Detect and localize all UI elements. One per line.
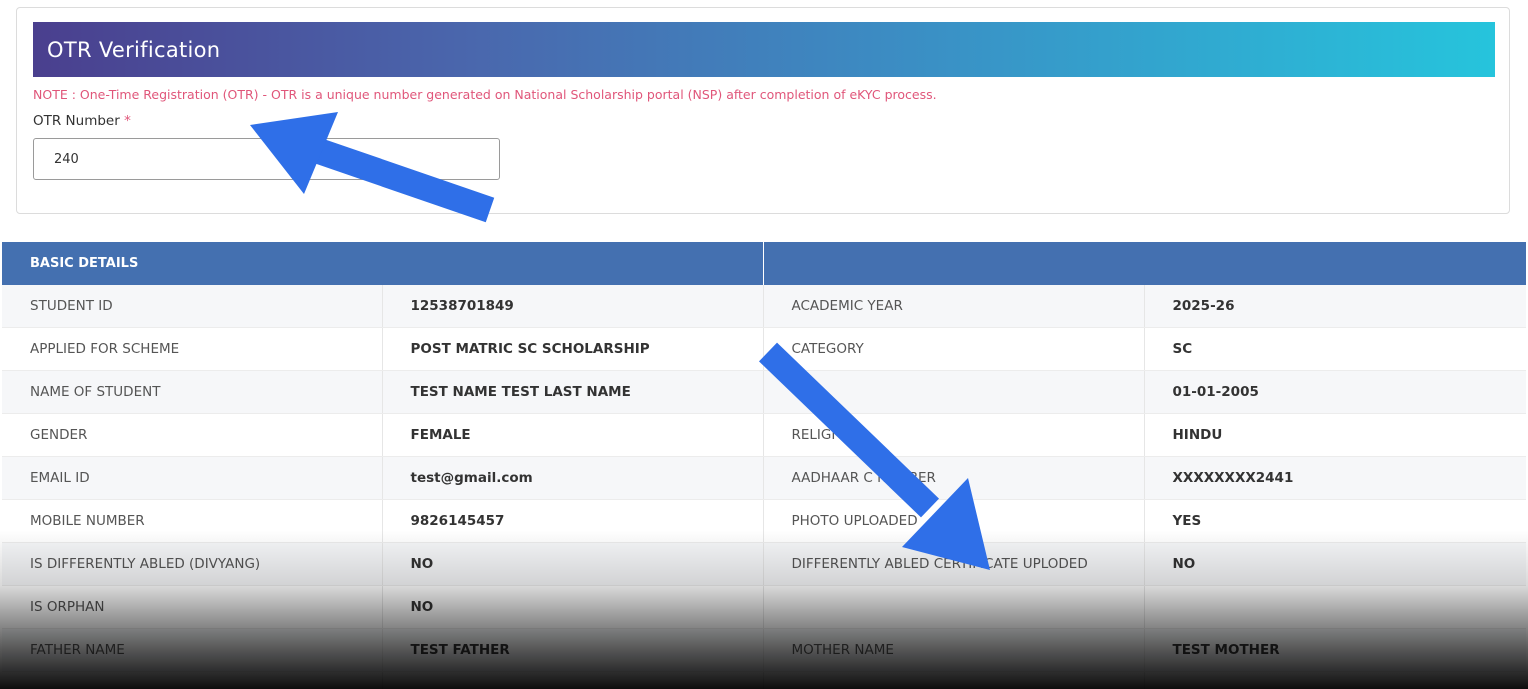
otr-number-label: OTR Number *: [33, 113, 131, 129]
field-label: IS ORPHAN: [2, 585, 383, 629]
field-value: [1144, 585, 1526, 629]
table-row: GENDER FEMALE RELIGI HINDU: [2, 413, 1526, 457]
field-value: NO: [382, 542, 764, 586]
field-value: YES: [1144, 499, 1526, 543]
basic-details-header-row: BASIC DETAILS: [2, 242, 1526, 285]
table-row: FATHER NAME TEST FATHER MOTHER NAME TEST…: [2, 628, 1526, 672]
field-label: FATHER NAME: [2, 628, 383, 672]
field-value: NO: [1144, 542, 1526, 586]
table-row: EMAIL ID test@gmail.com AADHAAR C NUMBER…: [2, 456, 1526, 500]
field-value: TEST NAME TEST LAST NAME: [382, 370, 764, 414]
otr-verification-card: OTR Verification NOTE : One-Time Registr…: [16, 7, 1510, 214]
field-label: AADHAAR C NUMBER: [763, 456, 1145, 500]
table-row: STUDENT ID 12538701849 ACADEMIC YEAR 202…: [2, 285, 1526, 328]
otr-number-label-text: OTR Number: [33, 113, 120, 129]
field-value: TEST MOTHER: [1144, 628, 1526, 672]
field-value: HINDU: [1144, 413, 1526, 457]
table-row: IS ORPHAN NO: [2, 585, 1526, 629]
field-value: POST MATRIC SC SCHOLARSHIP: [382, 327, 764, 371]
field-value: 12538701849: [382, 285, 764, 328]
table-row: [2, 671, 1526, 689]
field-label: IS DIFFERENTLY ABLED (DIVYANG): [2, 542, 383, 586]
table-row: MOBILE NUMBER 9826145457 PHOTO UPLOADED …: [2, 499, 1526, 543]
field-value: 9826145457: [382, 499, 764, 543]
field-label: CATEGORY: [763, 327, 1145, 371]
field-label: MOTHER NAME: [763, 628, 1145, 672]
otr-title: OTR Verification: [47, 37, 221, 62]
otr-header-bar: OTR Verification: [33, 22, 1495, 77]
field-value: 01-01-2005: [1144, 370, 1526, 414]
field-label: PHOTO UPLOADED: [763, 499, 1145, 543]
field-value: XXXXXXXX2441: [1144, 456, 1526, 500]
basic-details-header-right: [763, 242, 1526, 285]
field-value: [382, 671, 764, 689]
field-label: NAME OF STUDENT: [2, 370, 383, 414]
field-label: [2, 671, 383, 689]
basic-details-header: BASIC DETAILS: [2, 242, 764, 285]
otr-note: NOTE : One-Time Registration (OTR) - OTR…: [33, 87, 937, 102]
field-label: [763, 370, 1145, 414]
otr-number-input[interactable]: [33, 138, 500, 180]
table-row: NAME OF STUDENT TEST NAME TEST LAST NAME…: [2, 370, 1526, 414]
field-label: [763, 585, 1145, 629]
field-value: test@gmail.com: [382, 456, 764, 500]
table-row: APPLIED FOR SCHEME POST MATRIC SC SCHOLA…: [2, 327, 1526, 371]
field-label: APPLIED FOR SCHEME: [2, 327, 383, 371]
page: OTR Verification NOTE : One-Time Registr…: [0, 0, 1528, 689]
field-label: MOBILE NUMBER: [2, 499, 383, 543]
field-label: [763, 671, 1145, 689]
field-value: NO: [382, 585, 764, 629]
field-value: FEMALE: [382, 413, 764, 457]
field-label: EMAIL ID: [2, 456, 383, 500]
required-mark: *: [124, 113, 131, 129]
field-label: ACADEMIC YEAR: [763, 285, 1145, 328]
field-label: STUDENT ID: [2, 285, 383, 328]
field-value: SC: [1144, 327, 1526, 371]
field-value: [1144, 671, 1526, 689]
basic-details-table: BASIC DETAILS STUDENT ID 12538701849 ACA…: [2, 242, 1526, 689]
field-value: 2025-26: [1144, 285, 1526, 328]
field-label: GENDER: [2, 413, 383, 457]
table-row: IS DIFFERENTLY ABLED (DIVYANG) NO DIFFER…: [2, 542, 1526, 586]
field-label: RELIGI: [763, 413, 1145, 457]
field-value: TEST FATHER: [382, 628, 764, 672]
field-label: DIFFERENTLY ABLED CERTIFICATE UPLODED: [763, 542, 1145, 586]
